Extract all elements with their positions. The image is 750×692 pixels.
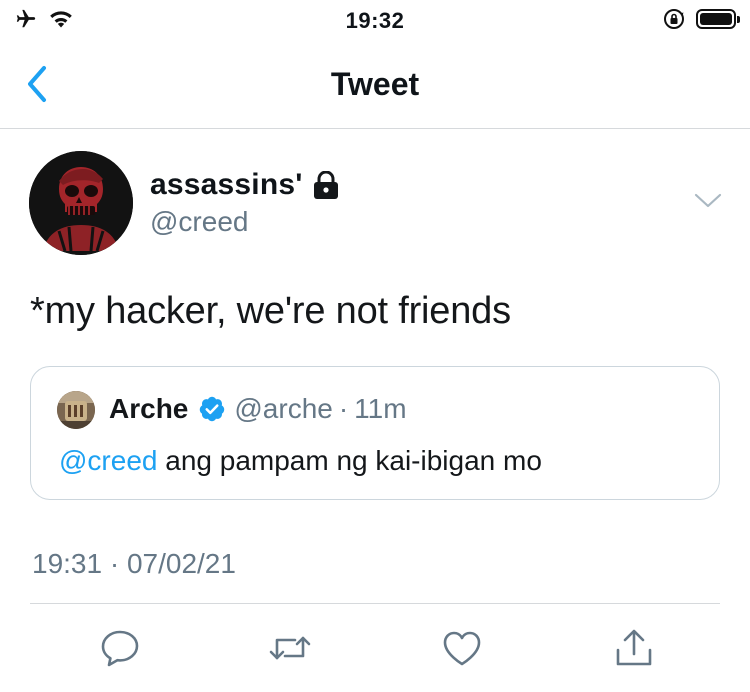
quote-author-name: Arche [109, 393, 189, 424]
chevron-down-icon [694, 193, 722, 208]
reply-icon [101, 630, 139, 667]
status-bar: 19:32 [0, 0, 750, 42]
quote-text: @creed ang pampam ng kai-ibigan mo [59, 445, 542, 477]
retweet-button[interactable] [268, 628, 312, 668]
orientation-lock-icon [664, 9, 684, 29]
divider [30, 603, 720, 604]
retweet-icon [269, 636, 311, 660]
verified-badge-icon [200, 396, 225, 422]
status-right [662, 7, 740, 31]
lock-icon [313, 171, 338, 199]
avatar[interactable] [29, 151, 133, 255]
tweet-timestamp: 19:31 · 07/02/21 [32, 548, 236, 579]
status-time: 19:32 [345, 8, 405, 33]
author-handle[interactable]: @creed [150, 206, 248, 238]
heart-icon [443, 631, 481, 666]
share-button[interactable] [612, 628, 656, 668]
quote-author-handle: @arche [234, 393, 333, 424]
quote-avatar-image [57, 391, 95, 429]
skull-avatar-image [29, 151, 133, 255]
share-icon [616, 629, 652, 666]
battery-icon [696, 9, 740, 29]
quote-avatar[interactable] [57, 391, 95, 429]
tweet-text: *my hacker, we're not friends [30, 290, 511, 332]
battery-level [700, 13, 732, 25]
display-name[interactable]: assassins' [150, 168, 339, 202]
quote-separator: · [338, 393, 349, 424]
quote-text-body: ang pampam ng kai-ibigan mo [157, 445, 542, 476]
mention-link[interactable]: @creed [59, 445, 157, 476]
reply-button[interactable] [98, 628, 142, 668]
page-title: Tweet [330, 66, 420, 102]
display-name-text: assassins' [150, 168, 303, 201]
nav-bar: Tweet [0, 42, 750, 129]
quote-time: 11m [354, 393, 407, 424]
tweet-menu-button[interactable] [692, 188, 724, 212]
quoted-tweet[interactable]: Arche @arche · 11m @creed ang pampam ng … [30, 366, 720, 500]
quote-header: Arche @arche · 11m [109, 393, 407, 425]
like-button[interactable] [440, 628, 484, 668]
